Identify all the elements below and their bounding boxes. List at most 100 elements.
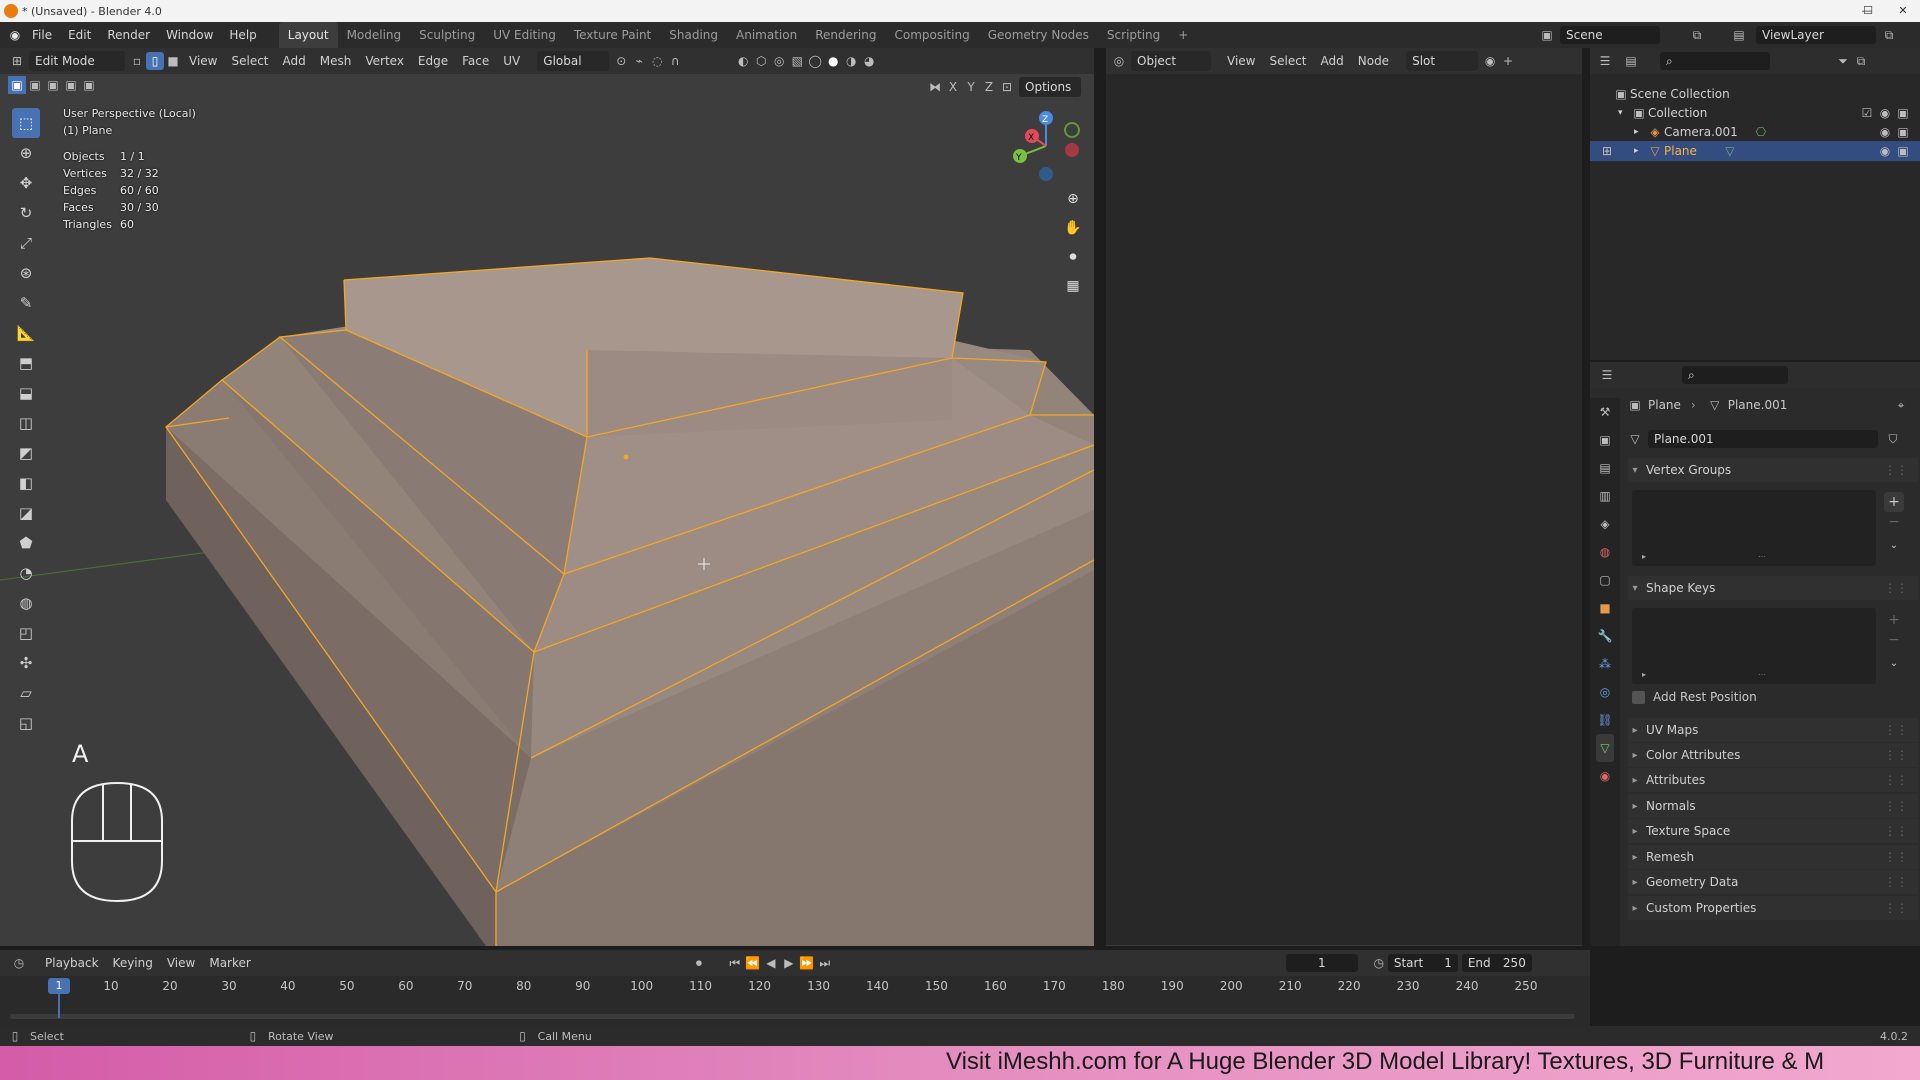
loop-cut-icon[interactable]: ◧ [12,468,40,498]
outliner-row-collection[interactable]: ▾ ▣ Collection ☑ ◉ ▣ [1590,103,1920,123]
tab-animation[interactable]: Animation [727,22,806,48]
timeline-scrollbar[interactable] [10,1014,1575,1019]
inset-icon[interactable]: ◫ [12,408,40,438]
select-box-icon[interactable]: ⬚ [12,108,40,138]
menu-edit[interactable]: Edit [60,22,99,48]
tab-texture-paint[interactable]: Texture Paint [565,22,660,48]
tab-uv-editing[interactable]: UV Editing [484,22,565,48]
mesh-browse-icon[interactable]: ▽ [1626,430,1644,448]
ortho-grid-icon[interactable]: ▦ [1060,273,1086,299]
camera-render-icon[interactable]: ▣ [1894,104,1912,122]
drag-handle-icon[interactable]: ⋮⋮ [1884,901,1908,915]
jump-keyframe-back-icon[interactable]: ⏪ [744,954,762,972]
camera-render-icon[interactable]: ▣ [1894,142,1912,160]
eye-icon[interactable]: ◉ [1876,123,1894,141]
edge-slide-icon[interactable]: ◰ [12,618,40,648]
section-vertex-groups[interactable]: ▾ Vertex Groups ⋮⋮ [1628,458,1918,482]
list-expand-icon[interactable]: ▸ [1642,670,1646,679]
properties-type-icon[interactable]: ☰ [1598,366,1616,384]
particles-tab-icon[interactable]: ⁂ [1596,650,1614,678]
smooth-icon[interactable]: ◍ [12,588,40,618]
tab-geometry-nodes[interactable]: Geometry Nodes [979,22,1098,48]
section-remesh[interactable]: ▸ Remesh ⋮⋮ [1628,845,1918,869]
shrink-fatten-icon[interactable]: ✣ [12,648,40,678]
blender-menu-icon[interactable]: ◉ [6,26,24,44]
tab-layout[interactable]: Layout [278,22,338,48]
material-tab-icon[interactable]: ◉ [1596,762,1614,790]
auto-keying-icon[interactable]: ⏺ [690,954,708,972]
section-attributes[interactable]: ▸ Attributes ⋮⋮ [1628,768,1918,792]
node-menu-select[interactable]: Select [1262,48,1313,74]
play-reverse-icon[interactable]: ◀ [762,954,780,972]
data-tab-icon[interactable]: ▽ [1596,734,1614,762]
menu-file[interactable]: File [24,22,60,48]
remove-shape-key-button[interactable]: − [1884,632,1904,650]
poly-build-icon[interactable]: ⬟ [12,528,40,558]
filter-icon[interactable]: ⏷ [1834,52,1852,70]
viewport-3d[interactable]: ⊞ Edit Mode ▫ ▯ ■ View Select Add Mesh V… [0,48,1094,946]
close-button[interactable]: ✕ [1888,0,1918,22]
drag-handle-icon[interactable]: ⋮⋮ [1884,824,1908,838]
jump-end-icon[interactable]: ⏭ [816,954,834,972]
list-resize-icon[interactable]: ⋯ [1758,552,1766,561]
menu-help[interactable]: Help [221,22,264,48]
move-icon[interactable]: ✥ [12,168,40,198]
section-normals[interactable]: ▸ Normals ⋮⋮ [1628,794,1918,818]
frame-start-field[interactable]: Start 1 [1387,954,1458,972]
section-custom-properties[interactable]: ▸ Custom Properties ⋮⋮ [1628,896,1918,920]
outliner-row-camera[interactable]: ▸ ◈ Camera.001 ⎔ ◉ ▣ [1590,122,1920,142]
tab-compositing[interactable]: Compositing [885,22,978,48]
jump-keyframe-forward-icon[interactable]: ⏩ [798,954,816,972]
mesh-data-name-field[interactable]: Plane.001 [1648,430,1878,448]
add-vertex-group-button[interactable]: + [1884,492,1904,512]
remove-vertex-group-button[interactable]: − [1884,514,1904,532]
view-layer-field[interactable]: ViewLayer [1756,26,1876,44]
drag-handle-icon[interactable]: ⋮⋮ [1884,463,1908,477]
shape-key-list[interactable]: ▸ ⋯ [1632,608,1876,684]
new-material-icon[interactable]: + [1499,52,1517,70]
fake-user-icon[interactable]: ⛉ [1884,430,1902,448]
expand-icon[interactable]: ▸ [1634,127,1646,137]
shape-key-menu-chevron-down-icon[interactable]: ⌄ [1884,654,1904,674]
physics-tab-icon[interactable]: ◎ [1596,678,1614,706]
extrude-icon[interactable]: ⬓ [12,378,40,408]
drag-handle-icon[interactable]: ⋮⋮ [1884,723,1908,737]
vertex-group-list[interactable]: ▸ ⋯ [1632,490,1876,566]
world-tab-icon[interactable]: ◍ [1596,538,1614,566]
knife-icon[interactable]: ◪ [12,498,40,528]
drag-handle-icon[interactable]: ⋮⋮ [1884,799,1908,813]
add-rest-position-row[interactable]: Add Rest Position [1632,690,1757,704]
menu-window[interactable]: Window [158,22,221,48]
area-divider[interactable] [1094,48,1106,946]
play-icon[interactable]: ▶ [780,954,798,972]
outliner-row-plane[interactable]: ⊞ ▸ ▽ Plane ▽ ◉ ▣ [1590,141,1920,161]
playhead[interactable]: 1 [48,978,70,994]
tab-modeling[interactable]: Modeling [338,22,411,48]
outliner-type-icon[interactable]: ☰ [1596,52,1614,70]
jump-start-icon[interactable]: ⏮ [726,954,744,972]
eye-icon[interactable]: ◉ [1876,142,1894,160]
annotate-icon[interactable]: ✎ [12,288,40,318]
properties-search-field[interactable]: ⌕ [1682,366,1788,384]
collection-tab-icon[interactable]: ▢ [1596,566,1614,594]
outliner-row-scene-collection[interactable]: ▣ Scene Collection [1590,84,1920,104]
section-texture-space[interactable]: ▸ Texture Space ⋮⋮ [1628,819,1918,843]
display-mode-icon[interactable]: ▤ [1622,52,1640,70]
camera-view-icon[interactable]: ⏺ [1060,244,1086,270]
edit-mode-icon[interactable]: ⊞ [1598,142,1616,160]
slot-dropdown[interactable]: Slot [1406,51,1479,71]
section-uv-maps[interactable]: ▸ UV Maps ⋮⋮ [1628,718,1918,742]
menu-playback[interactable]: Playback [38,950,106,976]
current-frame-field[interactable]: 1 [1285,954,1358,972]
view-layer-icon[interactable]: ▤ [1730,26,1748,44]
outliner-search-field[interactable]: ⌕ [1660,52,1770,70]
tab-rendering[interactable]: Rendering [806,22,885,48]
node-editor-type-icon[interactable]: ◎ [1110,52,1128,70]
timeline-menu-view[interactable]: View [160,950,202,976]
area-divider-right[interactable] [1582,48,1590,946]
tab-shading[interactable]: Shading [660,22,727,48]
constraints-tab-icon[interactable]: ⛓ [1596,706,1614,734]
render-tab-icon[interactable]: ▣ [1596,426,1614,454]
node-menu-view[interactable]: View [1220,48,1262,74]
rip-region-icon[interactable]: ◱ [12,708,40,738]
